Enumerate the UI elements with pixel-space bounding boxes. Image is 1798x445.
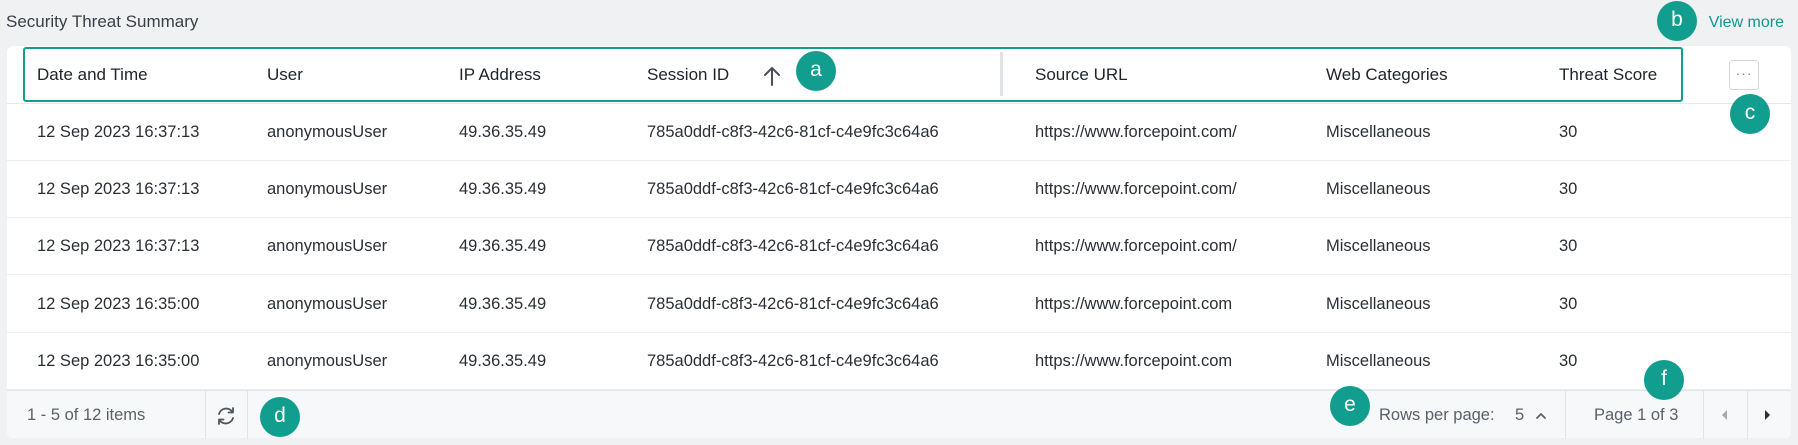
column-header-web-categories[interactable]: Web Categories [1326,46,1448,104]
annotation-badge-e: e [1330,386,1370,426]
cell-threat-score: 30 [1559,180,1578,199]
cell-session-id: 785a0ddf-c8f3-42c6-81cf-c4e9fc3c64a6 [647,180,939,199]
table-row[interactable]: 12 Sep 2023 16:37:13 anonymousUser 49.36.3… [7,104,1791,161]
cell-date-time: 12 Sep 2023 16:35:00 [37,294,200,313]
cell-web-category: Miscellaneous [1326,180,1431,199]
cell-date-time: 12 Sep 2023 16:37:13 [37,237,200,256]
column-header-source-url[interactable]: Source URL [1035,46,1128,104]
cell-threat-score: 30 [1559,123,1578,141]
cell-source-url: https://www.forcepoint.com/ [1035,237,1237,256]
cell-date-time: 12 Sep 2023 16:37:13 [37,123,200,141]
page-title: Security Threat Summary [6,12,199,31]
cell-threat-score: 30 [1559,294,1578,313]
annotation-badge-f: f [1644,360,1684,400]
annotation-badge-b: b [1657,1,1697,41]
items-count: 1 - 5 of 12 items [27,406,146,424]
cell-threat-score: 30 [1559,237,1578,256]
column-header-date-time[interactable]: Date and Time [37,46,148,104]
table-row[interactable]: 12 Sep 2023 16:37:13 anonymousUser 49.36.3… [7,161,1791,219]
footer-divider [1703,391,1704,439]
column-header-threat-score[interactable]: Threat Score [1559,46,1657,104]
cell-source-url: https://www.forcepoint.com/ [1035,180,1237,199]
footer-divider [1747,391,1748,439]
cell-ip-address: 49.36.35.49 [459,237,547,256]
cell-source-url: https://www.forcepoint.com/ [1035,123,1237,141]
view-more-link[interactable]: View more [1709,14,1784,32]
column-header-session-id[interactable]: Session ID [647,46,729,104]
cell-user: anonymousUser [267,351,388,370]
rows-per-page-value: 5 [1515,406,1525,424]
cell-web-category: Miscellaneous [1326,237,1431,256]
cell-ip-address: 49.36.35.49 [459,180,547,199]
cell-source-url: https://www.forcepoint.com [1035,294,1233,313]
annotation-badge-a: a [796,51,836,91]
cell-user: anonymousUser [267,294,388,313]
table-row[interactable]: 12 Sep 2023 16:35:00 anonymousUser 49.36.3… [7,276,1791,333]
annotation-badge-d: d [260,397,300,437]
cell-web-category: Miscellaneous [1326,294,1431,313]
cell-web-category: Miscellaneous [1326,123,1431,141]
caret-right-icon[interactable] [1757,405,1777,425]
table-row[interactable]: 12 Sep 2023 16:35:00 anonymousUser 49.36.3… [7,333,1791,390]
caret-left-icon[interactable] [1715,405,1735,425]
cell-web-category: Miscellaneous [1326,351,1431,370]
column-options-button[interactable]: ··· [1729,60,1759,90]
column-header-user[interactable]: User [267,46,303,104]
arrow-up-icon[interactable] [762,65,782,87]
cell-session-id: 785a0ddf-c8f3-42c6-81cf-c4e9fc3c64a6 [647,351,939,370]
chevron-up-icon [1535,412,1546,419]
cell-user: anonymousUser [267,180,388,199]
threat-summary-table: Date and Time User IP Address Session ID… [7,46,1791,439]
footer-divider [247,391,248,439]
cell-ip-address: 49.36.35.49 [459,294,547,313]
annotation-badge-c: c [1730,94,1770,134]
rows-per-page-select[interactable]: 5 [1515,391,1547,439]
cell-date-time: 12 Sep 2023 16:37:13 [37,180,200,199]
cell-source-url: https://www.forcepoint.com [1035,351,1233,370]
footer-divider [1565,391,1566,439]
cell-session-id: 785a0ddf-c8f3-42c6-81cf-c4e9fc3c64a6 [647,294,939,313]
cell-user: anonymousUser [267,237,388,256]
footer-divider [205,391,206,439]
column-header-ip-address[interactable]: IP Address [459,46,541,104]
cell-threat-score: 30 [1559,351,1578,370]
cell-date-time: 12 Sep 2023 16:35:00 [37,351,200,370]
refresh-icon[interactable] [215,405,237,427]
cell-session-id: 785a0ddf-c8f3-42c6-81cf-c4e9fc3c64a6 [647,123,939,141]
cell-ip-address: 49.36.35.49 [459,351,547,370]
cell-session-id: 785a0ddf-c8f3-42c6-81cf-c4e9fc3c64a6 [647,237,939,256]
table-row[interactable]: 12 Sep 2023 16:37:13 anonymousUser 49.36.3… [7,218,1791,276]
table-header: Date and Time User IP Address Session ID… [7,46,1791,104]
column-resize-handle[interactable] [1000,52,1003,96]
rows-per-page-label: Rows per page: [1379,406,1495,424]
cell-user: anonymousUser [267,123,388,141]
cell-ip-address: 49.36.35.49 [459,123,547,141]
